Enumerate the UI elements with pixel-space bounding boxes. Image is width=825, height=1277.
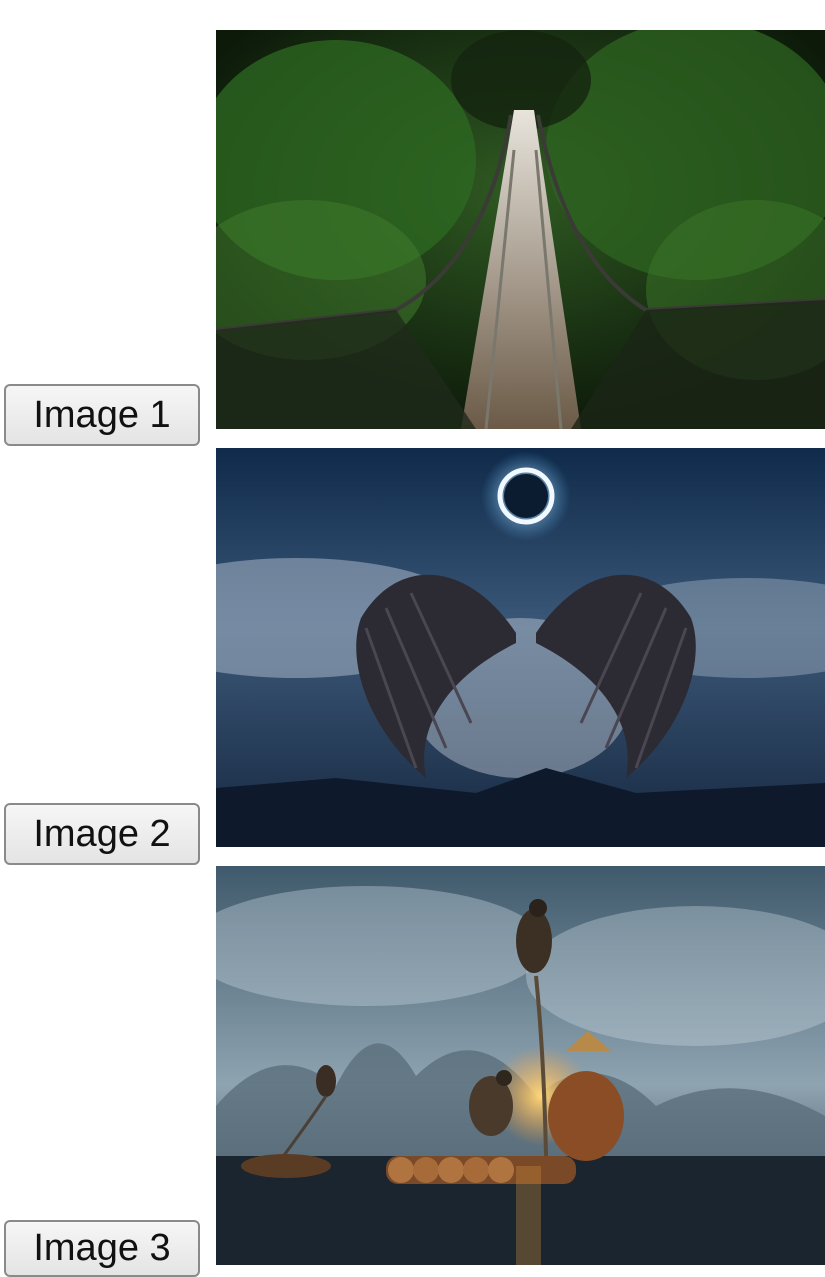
wings-eclipse-photo-icon <box>216 448 825 847</box>
image-2-button[interactable]: Image 2 <box>4 803 200 865</box>
image-3-button[interactable]: Image 3 <box>4 1220 200 1277</box>
wings-eclipse-image <box>216 448 825 847</box>
page: Image 1 Image 2 Image 3 <box>0 0 825 1277</box>
cormorant-raft-image <box>216 866 825 1265</box>
image-1-button[interactable]: Image 1 <box>4 384 200 446</box>
cormorant-raft-photo-icon <box>216 866 825 1265</box>
forest-bridge-image <box>216 30 825 429</box>
forest-bridge-photo-icon <box>216 30 825 429</box>
